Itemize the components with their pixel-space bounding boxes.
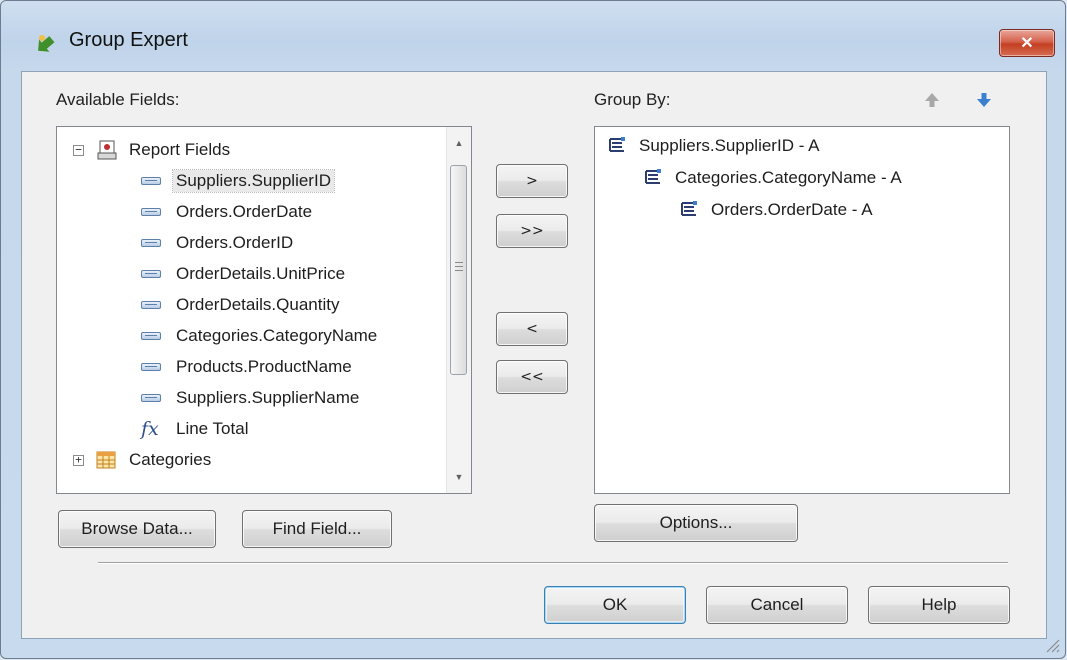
table-icon bbox=[96, 451, 116, 469]
collapse-icon[interactable]: − bbox=[73, 144, 84, 156]
help-button[interactable]: Help bbox=[868, 586, 1010, 624]
title-bar[interactable]: Group Expert ✕ bbox=[1, 1, 1065, 71]
field-icon bbox=[141, 363, 161, 371]
tree-item-label: Report Fields bbox=[129, 140, 231, 159]
add-field-button[interactable]: > bbox=[496, 164, 568, 198]
tree-field-item[interactable]: OrderDetails.Quantity bbox=[141, 290, 342, 320]
tree-node-report-fields[interactable]: − Report Fields bbox=[73, 135, 233, 165]
dialog-client-area: Available Fields: ▲ ▼ − Report Fields Supp… bbox=[21, 71, 1047, 639]
tree-field-item[interactable]: Products.ProductName bbox=[141, 352, 355, 382]
available-fields-scrollbar[interactable]: ▲ ▼ bbox=[446, 127, 471, 493]
move-up-icon[interactable] bbox=[922, 90, 942, 110]
cancel-button[interactable]: Cancel bbox=[706, 586, 848, 624]
browse-data-button[interactable]: Browse Data... bbox=[58, 510, 216, 548]
tree-item-label: OrderDetails.UnitPrice bbox=[176, 264, 346, 283]
tree-item-label: Categories.CategoryName bbox=[176, 326, 378, 345]
tree-item-label: Suppliers.SupplierID bbox=[172, 169, 335, 193]
tree-item-label: OrderDetails.Quantity bbox=[176, 295, 340, 314]
field-icon bbox=[141, 332, 161, 340]
resize-grip-icon[interactable] bbox=[1041, 634, 1061, 654]
available-fields-label: Available Fields: bbox=[56, 90, 180, 109]
group-by-item-label: Categories.CategoryName - A bbox=[675, 168, 902, 187]
scroll-up-icon[interactable]: ▲ bbox=[447, 133, 471, 153]
tree-field-item[interactable]: Orders.OrderID bbox=[141, 228, 296, 258]
group-icon bbox=[681, 201, 697, 216]
group-by-item-label: Orders.OrderDate - A bbox=[711, 200, 873, 219]
group-expert-app-icon bbox=[38, 35, 55, 52]
field-icon bbox=[141, 301, 161, 309]
close-button[interactable]: ✕ bbox=[999, 29, 1055, 57]
field-icon bbox=[141, 394, 161, 402]
move-down-icon[interactable] bbox=[974, 90, 994, 110]
scrollbar-thumb[interactable] bbox=[450, 165, 467, 375]
remove-all-fields-button[interactable]: << bbox=[496, 360, 568, 394]
tree-item-label: Suppliers.SupplierName bbox=[176, 388, 360, 407]
tree-field-item[interactable]: Orders.OrderDate bbox=[141, 197, 315, 227]
expand-icon[interactable]: + bbox=[73, 454, 84, 466]
options-button[interactable]: Options... bbox=[594, 504, 798, 542]
dialog-window: Group Expert ✕ Available Fields: ▲ ▼ − Re… bbox=[0, 0, 1066, 659]
close-icon: ✕ bbox=[1020, 35, 1034, 52]
group-by-item[interactable]: Orders.OrderDate - A bbox=[679, 195, 873, 225]
tree-item-label: Line Total bbox=[176, 419, 249, 438]
group-by-list[interactable]: Suppliers.SupplierID - A Categories.Categ… bbox=[594, 126, 1010, 494]
field-icon bbox=[141, 177, 161, 185]
tree-item-label: Orders.OrderDate bbox=[176, 202, 313, 221]
group-by-label: Group By: bbox=[594, 90, 671, 109]
group-by-item-label: Suppliers.SupplierID - A bbox=[639, 136, 820, 155]
window-title: Group Expert bbox=[69, 29, 188, 51]
field-icon bbox=[141, 208, 161, 216]
scroll-down-icon[interactable]: ▼ bbox=[447, 467, 471, 487]
separator bbox=[98, 562, 1008, 564]
group-icon bbox=[645, 169, 661, 184]
available-fields-tree[interactable]: ▲ ▼ − Report Fields Suppliers.SupplierID Or… bbox=[56, 126, 472, 494]
find-field-button[interactable]: Find Field... bbox=[242, 510, 392, 548]
tree-item-label: Categories bbox=[129, 450, 212, 469]
report-icon bbox=[97, 140, 117, 160]
tree-item-label: Products.ProductName bbox=[176, 357, 352, 376]
tree-field-item[interactable]: Suppliers.SupplierName bbox=[141, 383, 362, 413]
remove-field-button[interactable]: < bbox=[496, 312, 568, 346]
tree-item-label: Orders.OrderID bbox=[176, 233, 294, 252]
group-icon bbox=[609, 137, 625, 152]
ok-button[interactable]: OK bbox=[544, 586, 686, 624]
group-by-item[interactable]: Suppliers.SupplierID - A bbox=[607, 131, 819, 161]
group-by-item[interactable]: Categories.CategoryName - A bbox=[643, 163, 902, 193]
field-icon bbox=[141, 239, 161, 247]
field-icon bbox=[141, 270, 161, 278]
tree-field-item[interactable]: fx Line Total bbox=[141, 414, 251, 444]
tree-field-item[interactable]: Categories.CategoryName bbox=[141, 321, 380, 351]
formula-icon: fx bbox=[141, 418, 159, 440]
tree-node-table[interactable]: + Categories bbox=[73, 445, 214, 475]
tree-field-item[interactable]: Suppliers.SupplierID bbox=[141, 166, 335, 196]
add-all-fields-button[interactable]: >> bbox=[496, 214, 568, 248]
tree-field-item[interactable]: OrderDetails.UnitPrice bbox=[141, 259, 348, 289]
